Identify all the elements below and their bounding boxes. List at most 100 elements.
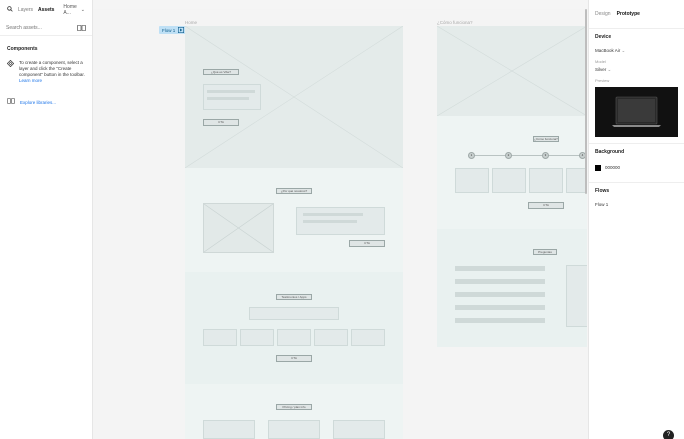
why-us-title[interactable]: ¿Por qué nosotros? xyxy=(276,188,312,194)
model-value: Silver xyxy=(595,67,607,72)
why-us-text-line xyxy=(303,213,363,216)
flow-badge-label: Flow 1 xyxy=(162,27,176,33)
tab-assets[interactable]: Assets xyxy=(38,7,54,13)
background-section: Background 000000 xyxy=(589,143,684,182)
chevron-down-icon: ⌄ xyxy=(621,48,626,53)
hero-section[interactable]: ¿Qué es Vibe? CTA xyxy=(185,26,403,168)
canvas-scrollbar[interactable] xyxy=(585,9,587,194)
testimonial-card[interactable] xyxy=(240,329,274,346)
hero-text-line xyxy=(207,90,255,93)
testimonials-cta-button[interactable]: CTA xyxy=(276,355,312,362)
frame-home[interactable]: ¿Qué es Vibe? CTA ¿Por qué nosotros? CTA… xyxy=(185,26,403,439)
asset-search-row xyxy=(0,20,92,36)
component-icon xyxy=(6,59,15,84)
components-info-text: To create a component, select a layer an… xyxy=(19,60,85,84)
color-swatch[interactable] xyxy=(595,164,601,171)
preview-label: Preview xyxy=(595,78,610,83)
step-3[interactable]: 3 xyxy=(542,152,549,159)
faq-title[interactable]: Preguntas xyxy=(533,249,557,255)
background-title: Background xyxy=(595,149,625,155)
why-us-cta-button[interactable]: CTA xyxy=(349,240,385,247)
tab-design[interactable]: Design xyxy=(595,11,611,17)
left-panel: Layers Assets Home A... ⌄ Components To … xyxy=(0,0,93,439)
flow-item[interactable]: Flow 1 xyxy=(595,200,678,209)
device-value: MacBook Air xyxy=(595,48,621,53)
model-select[interactable]: Silver ⌄ xyxy=(595,65,678,75)
flows-title: Flows xyxy=(595,188,610,194)
device-title: Device xyxy=(595,34,612,40)
left-tabs: Layers Assets Home A... ⌄ xyxy=(0,0,92,20)
flow-start-badge[interactable]: Flow 1 xyxy=(159,26,188,34)
frame-label-home[interactable]: Home xyxy=(185,20,197,25)
testimonial-card[interactable] xyxy=(314,329,348,346)
flows-section: Flows Flow 1 xyxy=(589,182,684,209)
right-panel: Design Prototype Device MacBook Air ⌄ Mo… xyxy=(588,0,684,439)
explore-libraries-link[interactable]: Explore libraries... xyxy=(20,100,56,105)
faq-item[interactable] xyxy=(455,279,545,284)
explore-libraries-row[interactable]: Explore libraries... xyxy=(0,88,92,116)
why-us-image-placeholder xyxy=(203,203,274,253)
background-value[interactable]: 000000 xyxy=(605,163,620,172)
tab-prototype[interactable]: Prototype xyxy=(617,11,640,17)
how-cta-button[interactable]: CTA xyxy=(528,202,564,209)
testimonials-section[interactable]: Testimonios / Apps CTA xyxy=(185,272,403,384)
device-section: Device MacBook Air ⌄ Model Silver ⌄ Prev… xyxy=(589,28,684,137)
learn-more-link[interactable]: Learn more xyxy=(19,78,85,84)
pricing-card[interactable] xyxy=(268,420,320,439)
testimonial-card[interactable] xyxy=(203,329,237,346)
step-card[interactable] xyxy=(455,168,489,193)
search-icon[interactable] xyxy=(7,6,13,14)
canvas[interactable]: Home ¿Cómo funciona? Flow 1 ¿Qué es Vibe… xyxy=(93,9,588,439)
steps-connector-line xyxy=(472,155,587,156)
components-title: Components xyxy=(7,46,38,52)
model-label: Model xyxy=(595,59,606,64)
pricing-section[interactable]: Pricing / plan info xyxy=(185,384,403,439)
how-hero-image-placeholder xyxy=(437,26,587,116)
testimonials-subtitle-block xyxy=(249,307,339,320)
hero-cta-button[interactable]: CTA xyxy=(203,119,239,126)
hero-text-line xyxy=(207,97,249,100)
hero-tag[interactable]: ¿Qué es Vibe? xyxy=(203,69,239,75)
step-2[interactable]: 2 xyxy=(505,152,512,159)
frame-label-how-it-works[interactable]: ¿Cómo funciona? xyxy=(437,20,473,25)
step-card[interactable] xyxy=(566,168,587,193)
pricing-title[interactable]: Pricing / plan info xyxy=(276,404,312,410)
tab-layers[interactable]: Layers xyxy=(18,7,33,13)
step-card[interactable] xyxy=(529,168,563,193)
components-info: To create a component, select a layer an… xyxy=(19,60,85,77)
flow-play-icon xyxy=(178,26,185,34)
testimonials-title[interactable]: Testimonios / Apps xyxy=(276,294,312,300)
faq-item[interactable] xyxy=(455,292,545,297)
why-us-text-line xyxy=(303,220,357,223)
search-input[interactable] xyxy=(6,24,66,31)
right-tabs: Design Prototype xyxy=(589,0,684,28)
background-color-row[interactable]: 000000 xyxy=(595,161,678,182)
components-empty-state: To create a component, select a layer an… xyxy=(0,56,92,88)
faq-section[interactable]: Preguntas xyxy=(437,229,587,347)
page-picker-label: Home A... xyxy=(63,4,77,16)
why-us-section[interactable]: ¿Por qué nosotros? CTA xyxy=(185,168,403,272)
pricing-card[interactable] xyxy=(203,420,255,439)
frame-how-it-works[interactable]: ¿Cómo funciona? 1 2 3 4 CTA Preguntas xyxy=(437,26,587,347)
step-1[interactable]: 1 xyxy=(468,152,475,159)
faq-item[interactable] xyxy=(455,318,545,323)
device-preview xyxy=(595,87,678,137)
testimonial-card[interactable] xyxy=(277,329,311,346)
pricing-card[interactable] xyxy=(333,420,385,439)
testimonial-card[interactable] xyxy=(351,329,385,346)
how-title[interactable]: ¿Cómo funciona? xyxy=(533,136,559,142)
step-card[interactable] xyxy=(492,168,526,193)
laptop-icon xyxy=(612,96,661,127)
faq-item[interactable] xyxy=(455,305,545,310)
chevron-down-icon: ⌄ xyxy=(80,7,85,13)
how-hero-section[interactable] xyxy=(437,26,587,116)
faq-image-placeholder xyxy=(566,265,587,327)
help-button[interactable]: ? xyxy=(663,430,674,439)
chevron-down-icon: ⌄ xyxy=(607,67,612,72)
steps-section[interactable]: ¿Cómo funciona? 1 2 3 4 CTA xyxy=(437,116,587,229)
library-book-icon[interactable] xyxy=(77,24,86,31)
device-select[interactable]: MacBook Air ⌄ xyxy=(595,46,678,56)
book-icon xyxy=(7,98,15,106)
faq-item[interactable] xyxy=(455,266,545,271)
page-picker[interactable]: Home A... ⌄ xyxy=(63,4,85,16)
